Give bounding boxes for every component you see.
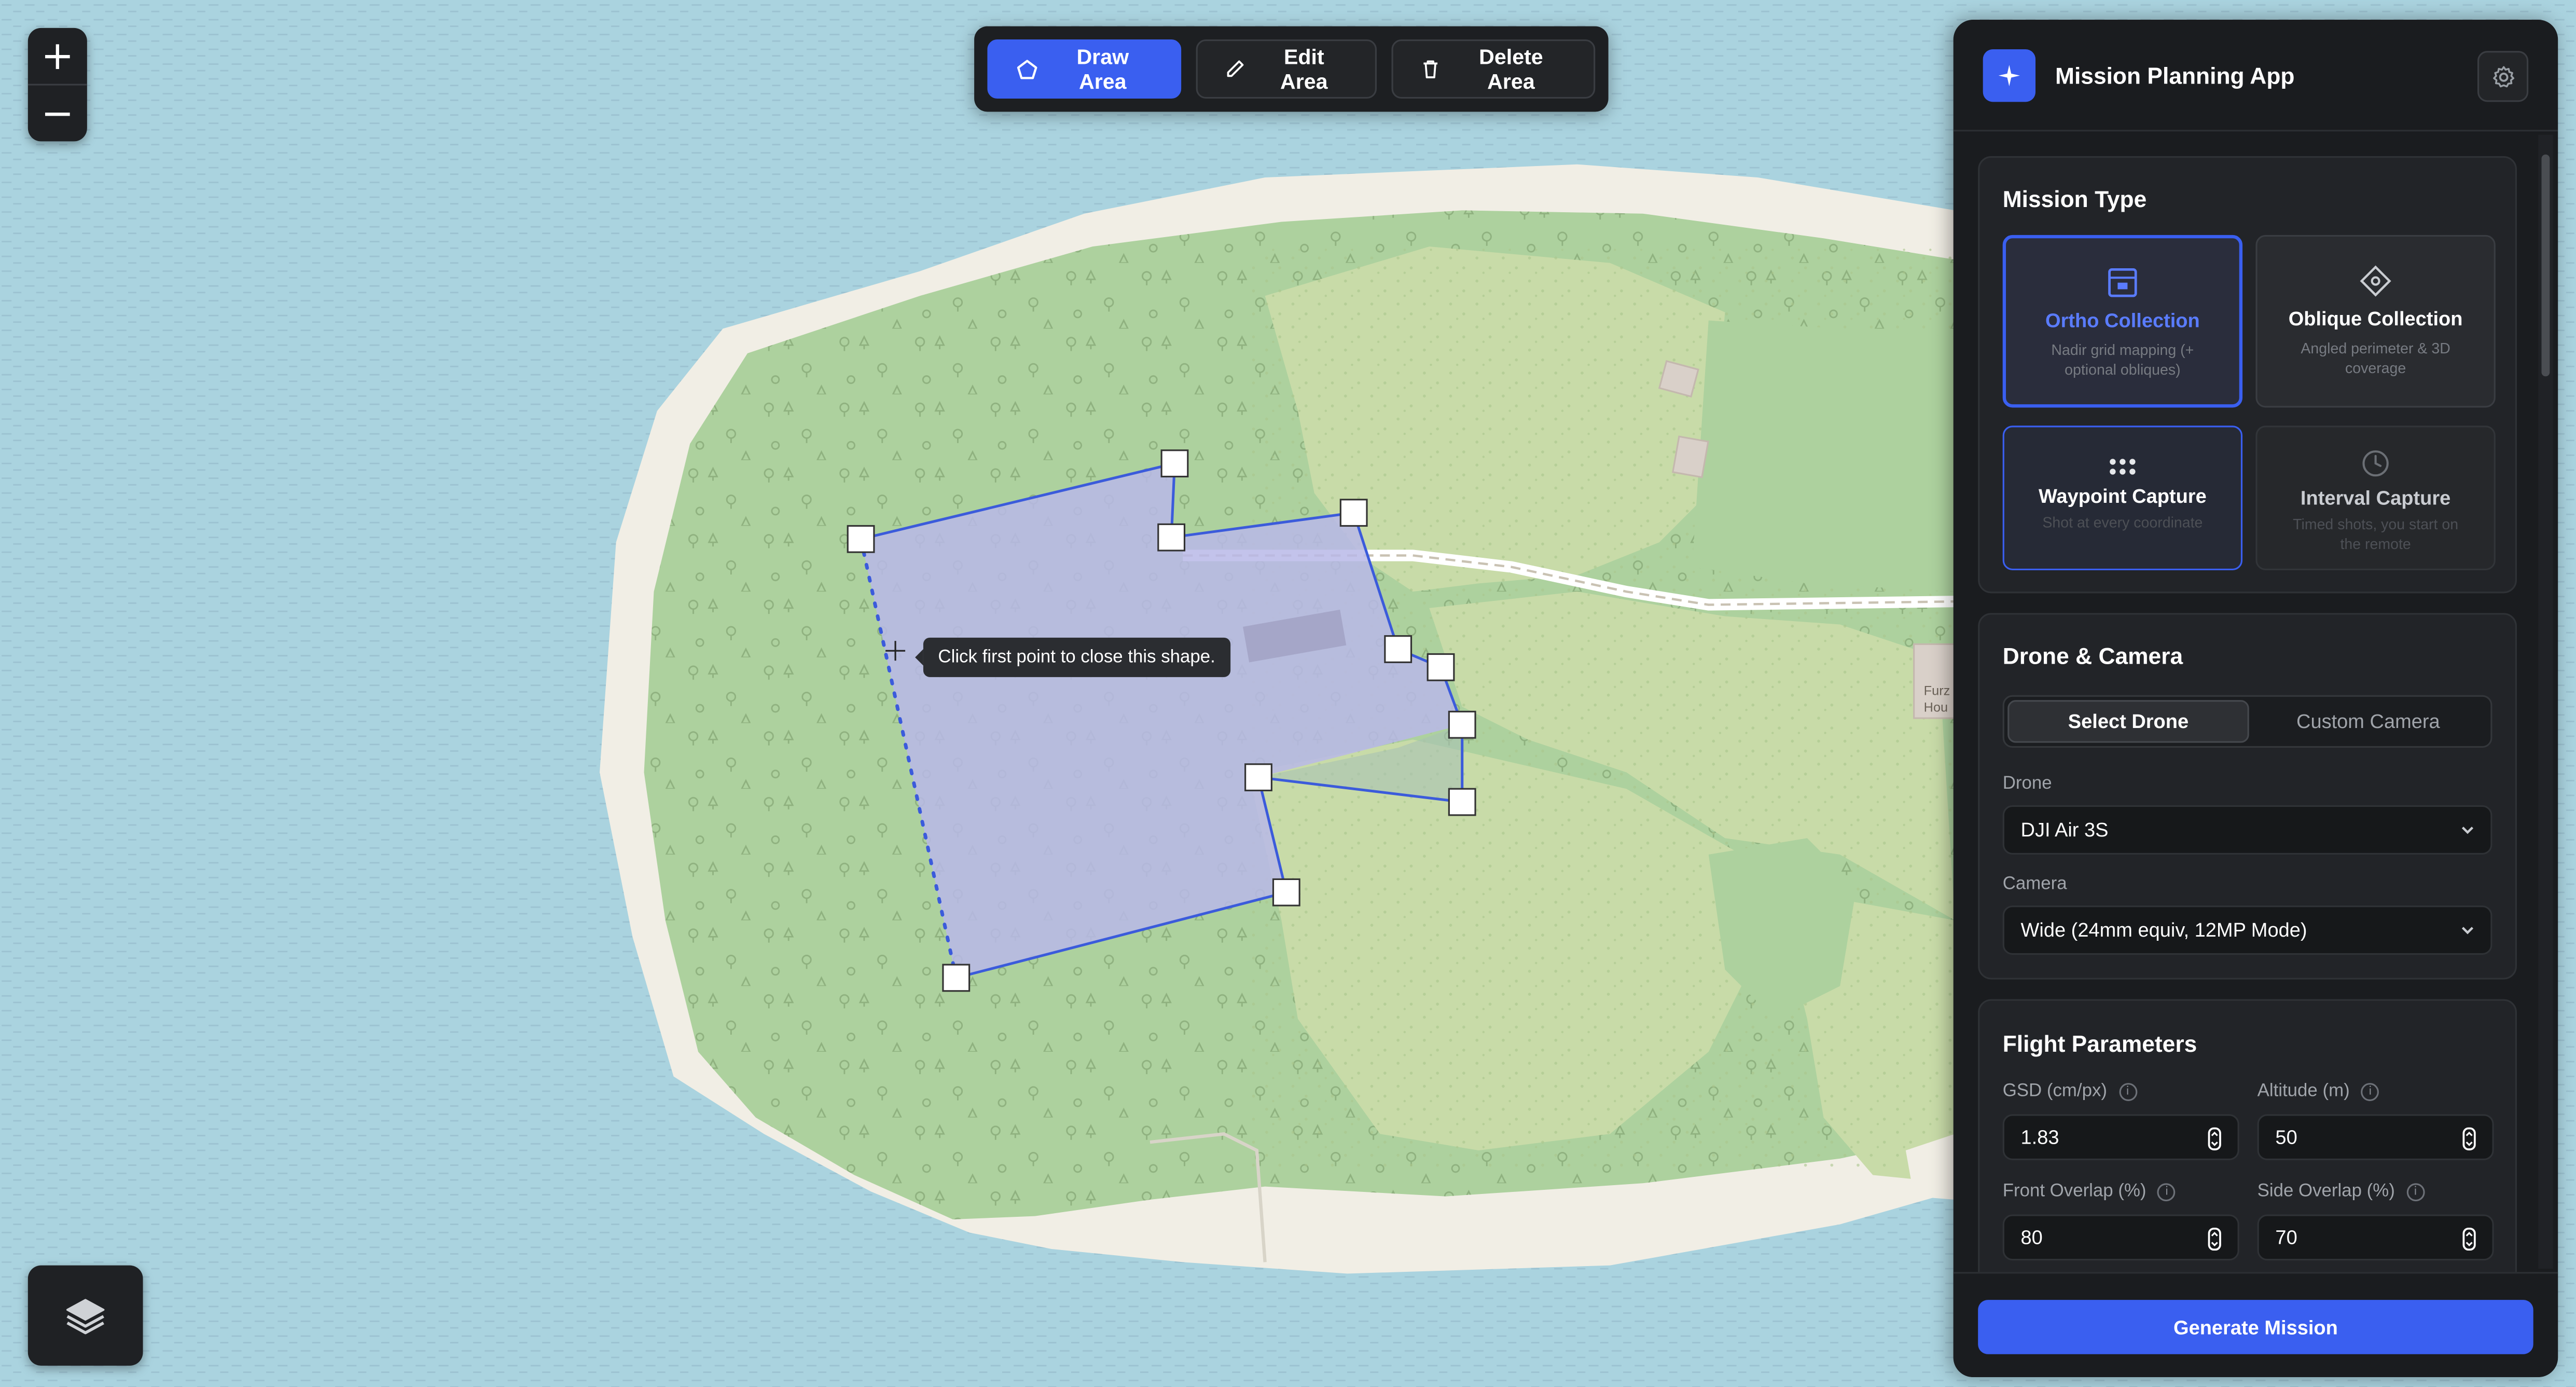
altitude-label: Altitude (m) i bbox=[2258, 1081, 2379, 1101]
mission-card-desc: Shot at every coordinate bbox=[2042, 514, 2203, 531]
draw-area-label: Draw Area bbox=[1076, 44, 1129, 94]
flight-parameters-title: Flight Parameters bbox=[2002, 1030, 2197, 1057]
mission-panel: Mission Planning App Mission Type Ortho … bbox=[1953, 20, 2558, 1378]
side-overlap-label: Side Overlap (%) i bbox=[2258, 1182, 2425, 1201]
place-label: Furz bbox=[1924, 684, 1950, 698]
vertex-handle[interactable] bbox=[1157, 523, 1186, 552]
chevron-down-icon bbox=[2461, 827, 2474, 834]
panel-scroll-area: Mission Type Ortho Collection Nadir grid… bbox=[1954, 133, 2558, 1272]
mission-type-title: Mission Type bbox=[2002, 185, 2147, 212]
vertex-handle[interactable] bbox=[1160, 449, 1189, 478]
pencil-icon bbox=[1227, 60, 1244, 77]
mission-card-desc: Angled perimeter & 3D coverage bbox=[2301, 340, 2450, 377]
zoom-control: + − bbox=[27, 28, 87, 142]
zoom-out-button[interactable]: − bbox=[28, 86, 87, 142]
app-title: Mission Planning App bbox=[2055, 61, 2295, 88]
camera-label: Camera bbox=[2002, 874, 2067, 894]
trash-icon bbox=[1423, 60, 1438, 78]
panel-footer: Generate Mission bbox=[1953, 1272, 2558, 1378]
delete-area-button[interactable]: Delete Area bbox=[1391, 39, 1596, 99]
mission-card-ortho[interactable]: Ortho Collection Nadir grid mapping (+ o… bbox=[2002, 235, 2243, 408]
layers-button[interactable] bbox=[27, 1265, 143, 1366]
custom-camera-tab[interactable]: Custom Camera bbox=[2249, 700, 2487, 743]
altitude-input[interactable]: 50 bbox=[2257, 1114, 2494, 1160]
sparkle-icon bbox=[1998, 64, 2020, 86]
mission-card-oblique[interactable]: Oblique Collection Angled perimeter & 3D… bbox=[2255, 235, 2496, 408]
camera-select[interactable]: Wide (24mm equiv, 12MP Mode) bbox=[2002, 905, 2492, 955]
vertex-handle[interactable] bbox=[1448, 788, 1476, 816]
vertex-handle[interactable] bbox=[1427, 653, 1455, 681]
camera-select-value: Wide (24mm equiv, 12MP Mode) bbox=[2020, 918, 2307, 942]
info-icon[interactable]: i bbox=[2406, 1182, 2425, 1201]
altitude-label-text: Altitude (m) bbox=[2257, 1081, 2350, 1101]
mission-card-title: Ortho Collection bbox=[2045, 309, 2200, 332]
woodland-strip bbox=[1692, 320, 1955, 592]
mission-card-desc: Nadir grid mapping (+ optional obliques) bbox=[2051, 341, 2194, 378]
vertex-handle[interactable] bbox=[1244, 763, 1272, 791]
front-overlap-label-text: Front Overlap (%) bbox=[2002, 1182, 2146, 1202]
flight-parameters-section: Flight Parameters GSD (cm/px) i 1.83 Alt… bbox=[1978, 999, 2517, 1272]
drone-label: Drone bbox=[2002, 774, 2052, 794]
side-overlap-value: 70 bbox=[2275, 1226, 2297, 1249]
drone-camera-title: Drone & Camera bbox=[2002, 642, 2183, 669]
vertex-handle[interactable] bbox=[942, 964, 971, 992]
panel-header: Mission Planning App bbox=[1953, 20, 2558, 132]
gear-icon bbox=[2492, 65, 2514, 87]
stepper-icon[interactable] bbox=[2462, 1127, 2476, 1150]
gsd-input[interactable]: 1.83 bbox=[2002, 1114, 2239, 1160]
mission-card-desc: Timed shots, you start on the remote bbox=[2293, 516, 2459, 553]
info-icon[interactable]: i bbox=[2118, 1082, 2137, 1101]
vertex-handle[interactable] bbox=[847, 525, 875, 553]
gsd-value: 1.83 bbox=[2020, 1125, 2059, 1149]
delete-area-label: Delete Area bbox=[1479, 44, 1543, 94]
mission-card-interval[interactable]: Interval Capture Timed shots, you start … bbox=[2255, 425, 2496, 570]
edit-area-label: Edit Area bbox=[1280, 44, 1328, 94]
mission-type-section: Mission Type Ortho Collection Nadir grid… bbox=[1978, 156, 2517, 594]
select-drone-tab[interactable]: Select Drone bbox=[2007, 700, 2249, 743]
drone-mode-toggle: Select Drone Custom Camera bbox=[2002, 695, 2492, 748]
building bbox=[1671, 435, 1709, 478]
chevron-down-icon bbox=[2461, 927, 2474, 935]
zoom-in-button[interactable]: + bbox=[28, 28, 87, 84]
stepper-icon[interactable] bbox=[2208, 1127, 2221, 1150]
vertex-handle[interactable] bbox=[1339, 499, 1368, 527]
edit-area-button[interactable]: Edit Area bbox=[1196, 39, 1377, 99]
mission-card-waypoint[interactable]: Waypoint Capture Shot at every coordinat… bbox=[2002, 425, 2243, 570]
altitude-value: 50 bbox=[2275, 1125, 2297, 1149]
drone-camera-section: Drone & Camera Select Drone Custom Camer… bbox=[1978, 613, 2517, 980]
mission-card-title: Oblique Collection bbox=[2288, 307, 2463, 331]
front-overlap-value: 80 bbox=[2020, 1226, 2043, 1249]
info-icon[interactable]: i bbox=[2157, 1182, 2176, 1201]
gsd-label: GSD (cm/px) i bbox=[2003, 1081, 2137, 1101]
settings-button[interactable] bbox=[2477, 51, 2529, 102]
front-overlap-input[interactable]: 80 bbox=[2002, 1214, 2239, 1261]
mission-card-title: Interval Capture bbox=[2300, 486, 2451, 510]
side-overlap-label-text: Side Overlap (%) bbox=[2257, 1182, 2395, 1202]
vertex-handle[interactable] bbox=[1448, 710, 1476, 739]
pentagon-icon bbox=[1017, 59, 1037, 78]
stepper-icon[interactable] bbox=[2208, 1227, 2221, 1251]
generate-mission-button[interactable]: Generate Mission bbox=[1978, 1300, 2533, 1354]
dots-grid-icon bbox=[2110, 459, 2136, 475]
clock-icon bbox=[2362, 450, 2389, 477]
vertex-handle[interactable] bbox=[1272, 878, 1300, 907]
draw-hint-tooltip: Click first point to close this shape. bbox=[915, 637, 1230, 677]
vertex-handle[interactable] bbox=[1384, 635, 1412, 663]
layers-icon bbox=[66, 1298, 105, 1334]
app-logo bbox=[1983, 48, 2036, 101]
front-overlap-label: Front Overlap (%) i bbox=[2003, 1182, 2176, 1201]
diamond-icon bbox=[2360, 265, 2391, 297]
draw-toolbar: Draw Area Edit Area Delete Area bbox=[974, 26, 1609, 112]
info-icon[interactable]: i bbox=[2361, 1082, 2379, 1101]
draw-area-button[interactable]: Draw Area bbox=[987, 39, 1182, 99]
drone-select[interactable]: DJI Air 3S bbox=[2002, 805, 2492, 855]
grid-map-icon bbox=[2108, 268, 2137, 297]
gsd-label-text: GSD (cm/px) bbox=[2002, 1081, 2108, 1101]
side-overlap-input[interactable]: 70 bbox=[2257, 1214, 2494, 1261]
mission-card-title: Waypoint Capture bbox=[2038, 485, 2207, 508]
place-label: Hou bbox=[1924, 700, 1948, 715]
stepper-icon[interactable] bbox=[2462, 1227, 2476, 1251]
drone-select-value: DJI Air 3S bbox=[2020, 818, 2109, 842]
